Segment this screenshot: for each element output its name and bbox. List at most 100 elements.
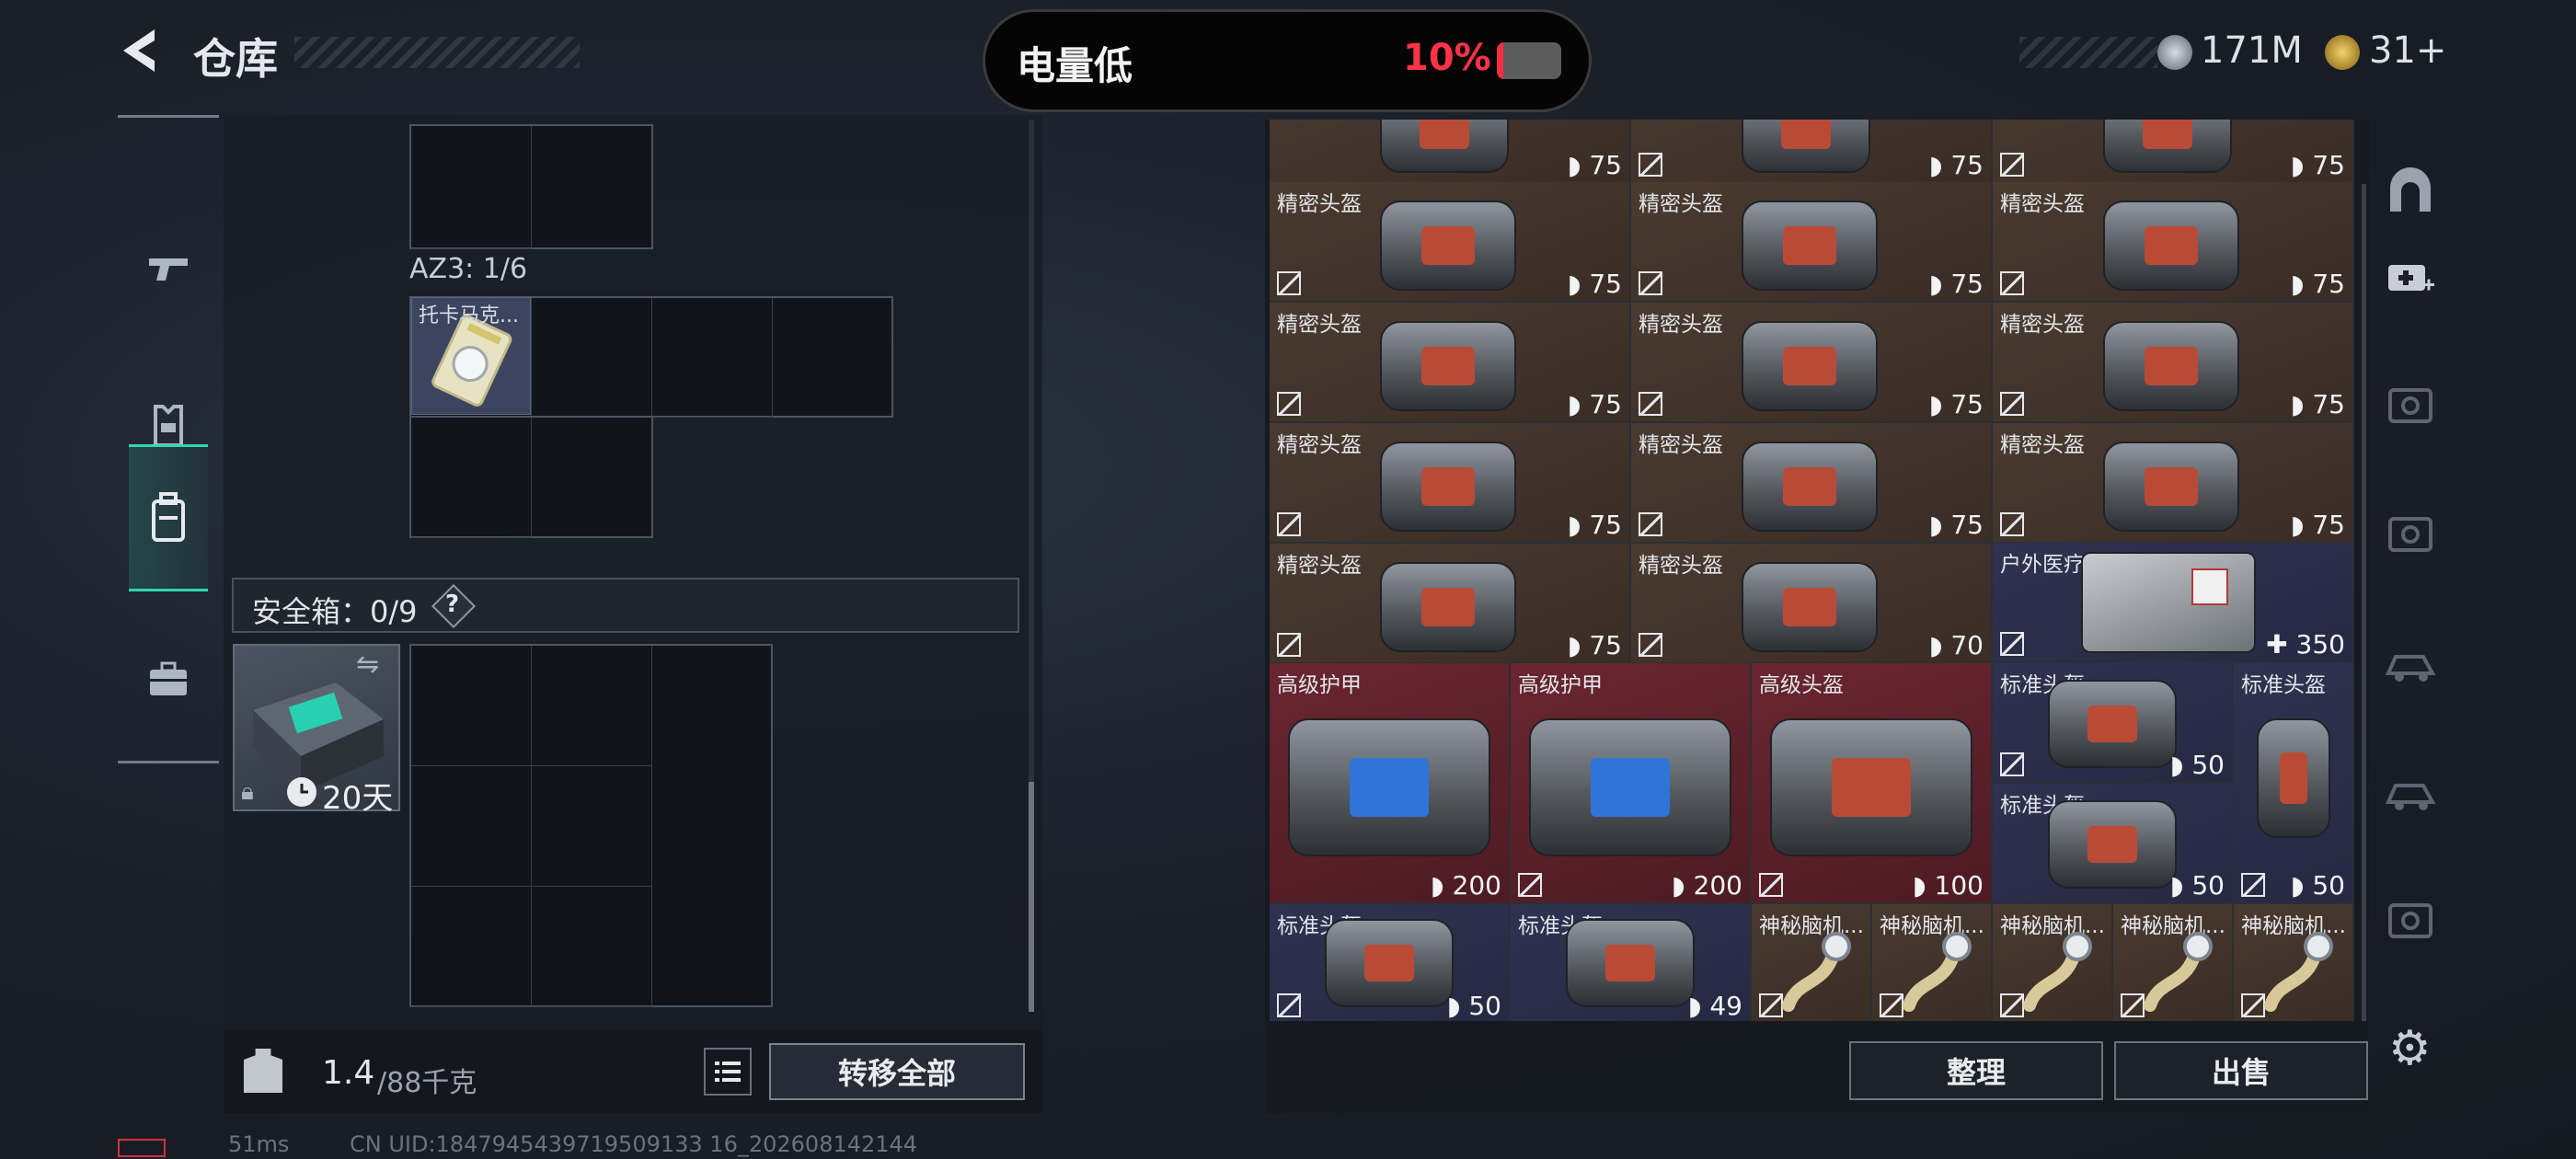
no-trade-icon xyxy=(1277,993,1301,1017)
value-text: 75 xyxy=(1589,150,1622,180)
standard-helmet-item[interactable]: 标准头盔 ◗ 50 xyxy=(1270,904,1511,1021)
helmet-item-partial[interactable]: ◗ 75 xyxy=(1631,120,1993,184)
precision-helmet-item[interactable]: 精密头盔 ◗ 70 xyxy=(1631,544,1993,664)
item-name: 精密头盔 xyxy=(1277,192,1362,216)
precision-helmet-item[interactable]: 精密头盔 ◗ 75 xyxy=(1270,182,1631,303)
shield-icon: ◗ xyxy=(1928,269,1951,299)
mystery-brain-chip-item[interactable]: 神秘脑机... xyxy=(1752,904,1872,1021)
pistol-icon xyxy=(149,258,188,281)
vehicle-slot-icon xyxy=(2385,784,2436,810)
no-trade-icon xyxy=(1277,633,1301,657)
az3-grid-row2[interactable] xyxy=(409,416,653,538)
value-text: 49 xyxy=(1709,991,1742,1021)
right-scrollbar[interactable] xyxy=(2362,184,2366,1021)
standard-helmet-item[interactable]: 标准头盔 ◗ 49 xyxy=(1511,904,1752,1021)
no-trade-icon xyxy=(1518,873,1542,897)
brain-chip-image xyxy=(1782,932,1851,1012)
rail-item-weapon[interactable] xyxy=(129,219,208,320)
item-name: 高级头盔 xyxy=(1759,673,1844,697)
helmet-image xyxy=(1325,919,1454,1007)
currency-b-value[interactable]: 31+ xyxy=(2369,29,2446,72)
left-scrollbar-thumb[interactable] xyxy=(1029,782,1034,1012)
brain-chip-image xyxy=(2023,932,2092,1012)
no-trade-icon xyxy=(2000,512,2024,536)
precision-helmet-item[interactable]: 精密头盔 ◗ 75 xyxy=(1993,303,2354,423)
rail-medic-add-button[interactable] xyxy=(2383,248,2438,304)
rail-item-backpack[interactable] xyxy=(129,444,208,591)
item-heal-value: ✚ 350 xyxy=(2266,629,2345,660)
no-trade-icon xyxy=(1759,873,1783,897)
standard-helmet-item[interactable]: 标准头盔 ◗ 50 xyxy=(1993,663,2234,784)
medkit-item[interactable]: 户外医疗箱 ✚ 350 xyxy=(1993,543,2354,663)
settings-gear-icon[interactable]: ⚙ xyxy=(2388,1021,2432,1076)
equipment-slot-icon xyxy=(2388,517,2432,552)
ping-text: 51ms xyxy=(228,1131,290,1157)
precision-helmet-item[interactable]: 精密头盔 ◗ 75 xyxy=(1270,423,1631,544)
helmet-image xyxy=(1380,321,1516,411)
category-rail xyxy=(118,115,219,763)
precision-helmet-item[interactable]: 精密头盔 ◗ 75 xyxy=(1631,182,1993,303)
helmet-image xyxy=(1380,201,1516,291)
storage-grid-top[interactable] xyxy=(409,124,653,249)
sell-button[interactable]: 出售 xyxy=(2114,1041,2368,1100)
rail-item-case[interactable] xyxy=(129,628,208,729)
precision-helmet-item[interactable]: 精密头盔 ◗ 75 xyxy=(1993,182,2354,303)
helmet-image xyxy=(2103,201,2239,291)
mystery-brain-chip-item[interactable]: 神秘脑机... xyxy=(2234,904,2354,1021)
helmet-item-partial[interactable]: ◗ 75 xyxy=(1270,120,1631,184)
shield-icon: ◗ xyxy=(1567,630,1590,660)
shield-icon: ◗ xyxy=(2290,510,2313,540)
shield-icon: ◗ xyxy=(2169,870,2192,901)
sort-button[interactable]: 整理 xyxy=(1849,1041,2103,1100)
list-view-button[interactable] xyxy=(704,1048,752,1096)
no-trade-icon xyxy=(2000,632,2024,656)
rail-slot-v[interactable] xyxy=(2383,377,2438,432)
precision-helmet-item[interactable]: 精密头盔 ◗ 75 xyxy=(1993,423,2354,544)
battery-percent: 10% xyxy=(1403,37,1491,79)
rail-slot-iv-a[interactable] xyxy=(2383,506,2438,561)
rail-slot-iv-b[interactable] xyxy=(2383,635,2438,690)
shield-icon: ◗ xyxy=(1687,991,1710,1021)
value-text: 200 xyxy=(1452,870,1501,901)
medkit-add-icon xyxy=(2388,265,2434,291)
shield-icon: ◗ xyxy=(2290,150,2313,180)
item-armor-value: ◗ 50 xyxy=(2170,750,2225,780)
equipment-slot-icon xyxy=(2388,388,2432,423)
equipment-slot-icon xyxy=(2388,903,2432,938)
armor-image xyxy=(1288,718,1490,856)
item-armor-value: ◗ 75 xyxy=(1568,630,1622,660)
vehicle-slot-icon xyxy=(2385,655,2436,682)
title-decoration xyxy=(294,37,580,68)
precision-helmet-item[interactable]: 精密头盔 ◗ 75 xyxy=(1631,303,1993,423)
standard-helmet-item[interactable]: 标准头盔 ◗ 50 xyxy=(1993,784,2234,904)
precision-helmet-item[interactable]: 精密头盔 ◗ 75 xyxy=(1270,544,1631,664)
large-armor-item[interactable]: 高级护甲 ◗ 200 xyxy=(1511,663,1752,904)
value-text: 75 xyxy=(1589,510,1622,540)
standard-helmet-item-vertical[interactable]: 标准头盔 ◗ 50 xyxy=(2234,663,2354,904)
helmet-item-partial[interactable]: ◗ 75 xyxy=(1993,120,2354,184)
value-text: 75 xyxy=(2312,150,2345,180)
value-text: 75 xyxy=(1589,269,1622,299)
value-text: 50 xyxy=(2191,870,2225,901)
precision-helmet-item[interactable]: 精密头盔 ◗ 75 xyxy=(1631,423,1993,544)
no-trade-icon xyxy=(2241,873,2265,897)
rail-arch-button[interactable] xyxy=(2383,164,2438,219)
rail-slot-iv-c[interactable] xyxy=(2383,763,2438,819)
large-helmet-item[interactable]: 高级头盔 ◗ 100 xyxy=(1752,663,1993,904)
safe-box-grid[interactable] xyxy=(409,644,773,1007)
mystery-brain-chip-item[interactable]: 神秘脑机... xyxy=(1872,904,1993,1021)
rail-slot-iv-d[interactable] xyxy=(2383,892,2438,947)
gold-coin-icon xyxy=(2325,35,2360,70)
back-button[interactable] xyxy=(118,26,162,75)
brain-chip-image xyxy=(2264,932,2333,1012)
large-armor-item[interactable]: 高级护甲 ◗ 200 xyxy=(1270,663,1511,904)
item-name: 精密头盔 xyxy=(1277,313,1362,337)
mystery-brain-chip-item[interactable]: 神秘脑机... xyxy=(2113,904,2234,1021)
mystery-brain-chip-item[interactable]: 神秘脑机... xyxy=(1993,904,2113,1021)
transfer-all-button[interactable]: 转移全部 xyxy=(769,1043,1025,1100)
no-trade-icon xyxy=(1277,512,1301,536)
shield-icon: ◗ xyxy=(1928,150,1951,180)
item-armor-value: ◗ 75 xyxy=(1929,389,1984,419)
precision-helmet-item[interactable]: 精密头盔 ◗ 75 xyxy=(1270,303,1631,423)
swap-icon[interactable]: ⇋ xyxy=(356,648,379,681)
